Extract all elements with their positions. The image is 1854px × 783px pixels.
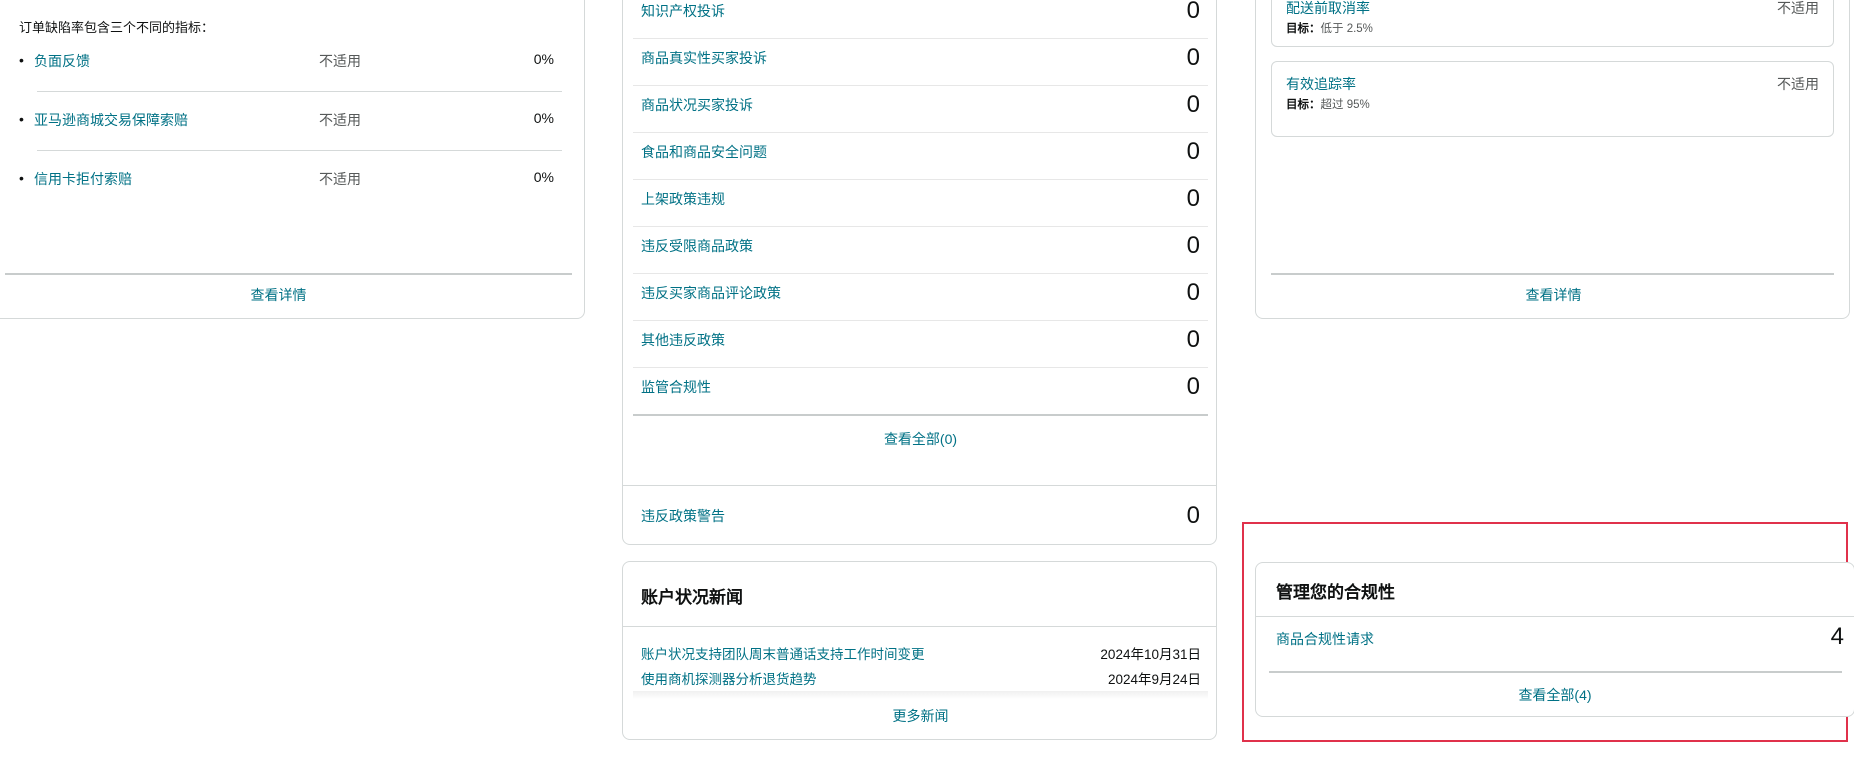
policy-row: 食品和商品安全问题 0 — [633, 132, 1208, 180]
order-defect-metric-row: • 亚马逊商城交易保障索赔 不适用 0% — [19, 110, 574, 130]
order-defect-metric-row: • 负面反馈 不适用 0% — [19, 51, 574, 71]
metric-target-label: 目标： — [1286, 99, 1321, 111]
policy-row: 监管合规性 0 — [633, 367, 1208, 416]
metric-target: 目标：低于 2.5% — [1286, 20, 1373, 36]
news-item-date: 2024年10月31日 — [1100, 647, 1201, 662]
metric-link-chargeback-claims[interactable]: 信用卡拒付索赔 — [34, 169, 132, 189]
policy-warning-count: 0 — [1186, 502, 1200, 529]
metric-value: 0% — [533, 51, 554, 67]
compliance-request-count: 4 — [1830, 623, 1844, 650]
policy-count: 0 — [1186, 326, 1200, 353]
divider — [5, 273, 572, 275]
policy-link-food-safety[interactable]: 食品和商品安全问题 — [641, 142, 767, 162]
policy-warning-link[interactable]: 违反政策警告 — [641, 506, 725, 526]
manage-compliance-card: 管理您的合规性 商品合规性请求 4 查看全部(4) — [1255, 562, 1854, 717]
policy-count: 0 — [1186, 232, 1200, 259]
shipping-metric-card: 有效追踪率 目标：超过 95% 不适用 — [1271, 61, 1834, 137]
metric-value: 0% — [533, 110, 554, 126]
metric-target-label: 目标： — [1286, 23, 1321, 35]
policy-compliance-card: 知识产权投诉 0 商品真实性买家投诉 0 商品状况买家投诉 0 食品和商品安全问… — [622, 0, 1217, 545]
news-item-link[interactable]: 使用商机探测器分析退货趋势 — [641, 668, 817, 688]
policy-count: 0 — [1186, 373, 1200, 400]
compliance-request-link[interactable]: 商品合规性请求 — [1276, 629, 1374, 649]
more-news-link[interactable]: 更多新闻 — [623, 706, 1218, 726]
policy-link-restricted-products[interactable]: 违反受限商品政策 — [641, 236, 753, 256]
shipping-metric-card: 配送前取消率 目标：低于 2.5% 不适用 — [1271, 0, 1834, 47]
policy-warning-row: 违反政策警告 0 — [633, 486, 1208, 533]
metric-target-value: 低于 2.5% — [1320, 23, 1373, 35]
policy-count: 0 — [1186, 0, 1200, 24]
metric-status: 不适用 — [319, 112, 361, 128]
policy-count: 0 — [1186, 279, 1200, 306]
metric-value: 0% — [533, 169, 554, 185]
policy-row: 上架政策违规 0 — [633, 179, 1208, 227]
news-item: 账户状况支持团队周末普通话支持工作时间变更 2024年10月31日 — [641, 643, 1201, 663]
view-all-policy-link[interactable]: 查看全部(0) — [623, 429, 1218, 449]
metric-link-valid-tracking[interactable]: 有效追踪率 — [1286, 74, 1356, 94]
policy-row: 违反买家商品评论政策 0 — [633, 273, 1208, 321]
policy-row: 商品状况买家投诉 0 — [633, 85, 1208, 133]
order-defect-metric-row: • 信用卡拒付索赔 不适用 0% — [19, 169, 574, 189]
metric-status: 不适用 — [319, 53, 361, 69]
view-details-link[interactable]: 查看详情 — [0, 285, 566, 305]
divider — [37, 150, 562, 151]
news-item-link[interactable]: 账户状况支持团队周末普通话支持工作时间变更 — [641, 643, 925, 663]
divider — [1256, 616, 1854, 617]
metric-status: 不适用 — [1777, 0, 1819, 16]
policy-count: 0 — [1186, 91, 1200, 118]
metric-link-a-to-z-claims[interactable]: 亚马逊商城交易保障索赔 — [34, 110, 188, 130]
policy-row: 其他违反政策 0 — [633, 320, 1208, 368]
policy-row: 知识产权投诉 0 — [633, 0, 1208, 39]
policy-link-authenticity[interactable]: 商品真实性买家投诉 — [641, 48, 767, 68]
policy-count: 0 — [1186, 185, 1200, 212]
divider — [1271, 273, 1834, 275]
metric-link-pre-fulfillment-cancel[interactable]: 配送前取消率 — [1286, 0, 1370, 18]
news-item: 使用商机探测器分析退货趋势 2024年9月24日 — [641, 668, 1201, 688]
metric-link-negative-feedback[interactable]: 负面反馈 — [34, 51, 90, 71]
shipping-performance-card: 配送前取消率 目标：低于 2.5% 不适用 有效追踪率 目标：超过 95% 不适… — [1255, 0, 1850, 319]
divider — [37, 91, 562, 92]
order-defect-intro: 订单缺陷率包含三个不同的指标： — [19, 20, 215, 35]
order-defect-card: 订单缺陷率包含三个不同的指标： • 负面反馈 不适用 0% • 亚马逊商城交易保… — [0, 0, 585, 319]
policy-link-condition[interactable]: 商品状况买家投诉 — [641, 95, 753, 115]
account-health-news-card: 账户状况新闻 账户状况支持团队周末普通话支持工作时间变更 2024年10月31日… — [622, 561, 1217, 740]
policy-count: 0 — [1186, 138, 1200, 165]
policy-link-regulatory[interactable]: 监管合规性 — [641, 377, 711, 397]
divider — [623, 626, 1216, 627]
bullet-icon: • — [19, 170, 24, 186]
divider — [633, 691, 1208, 699]
divider — [1269, 671, 1842, 673]
metric-target-value: 超过 95% — [1320, 99, 1370, 111]
bullet-icon: • — [19, 111, 24, 127]
policy-count: 0 — [1186, 44, 1200, 71]
metric-status: 不适用 — [319, 171, 361, 187]
metric-target: 目标：超过 95% — [1286, 96, 1370, 112]
view-details-link[interactable]: 查看详情 — [1256, 285, 1851, 305]
policy-row: 商品真实性买家投诉 0 — [633, 38, 1208, 86]
policy-link-ip-complaints[interactable]: 知识产权投诉 — [641, 1, 725, 21]
metric-status: 不适用 — [1777, 76, 1819, 92]
policy-link-listing-violations[interactable]: 上架政策违规 — [641, 189, 725, 209]
view-all-compliance-link[interactable]: 查看全部(4) — [1256, 685, 1854, 705]
policy-link-other-violations[interactable]: 其他违反政策 — [641, 330, 725, 350]
news-title: 账户状况新闻 — [641, 588, 743, 607]
bullet-icon: • — [19, 52, 24, 68]
policy-link-review-policy[interactable]: 违反买家商品评论政策 — [641, 283, 781, 303]
news-item-date: 2024年9月24日 — [1107, 672, 1201, 687]
policy-row: 违反受限商品政策 0 — [633, 226, 1208, 274]
compliance-title: 管理您的合规性 — [1276, 583, 1395, 602]
